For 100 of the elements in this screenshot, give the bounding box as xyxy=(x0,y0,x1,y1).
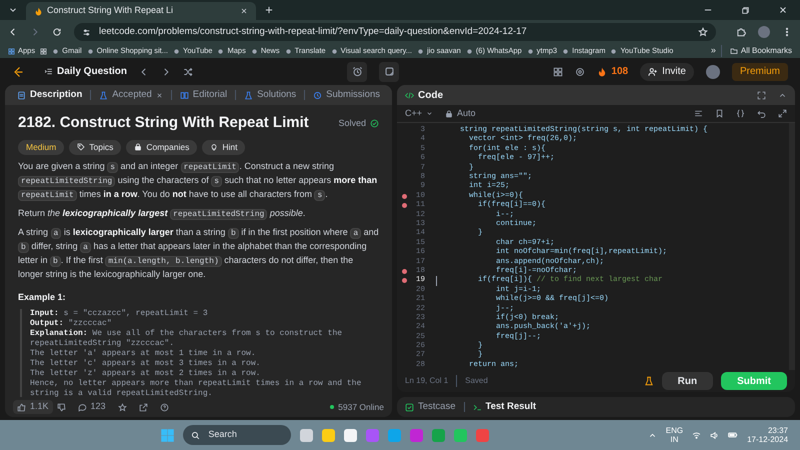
star-icon[interactable] xyxy=(698,27,708,37)
site-icon[interactable] xyxy=(330,48,338,54)
flask-icon xyxy=(244,90,254,100)
leetcode-logo-icon[interactable] xyxy=(12,66,24,78)
browser-tab[interactable]: Construct String With Repeat Li xyxy=(26,2,256,20)
site-icon[interactable] xyxy=(173,48,180,54)
clock-time[interactable]: 23:37 xyxy=(768,426,788,435)
example-heading: Example 1: xyxy=(18,290,67,304)
expand-icon[interactable] xyxy=(778,109,787,118)
tag-icon xyxy=(77,143,86,151)
format-icon[interactable] xyxy=(694,109,703,118)
site-icon[interactable] xyxy=(417,48,424,54)
cursor-position: Ln 19, Col 1 xyxy=(405,375,448,387)
avatar[interactable] xyxy=(706,64,720,78)
undo-icon[interactable] xyxy=(757,109,766,118)
apps-grid-icon[interactable] xyxy=(8,48,15,54)
tab[interactable]: Editorial xyxy=(176,88,232,102)
lightbulb-icon xyxy=(210,143,218,151)
new-tab-icon[interactable] xyxy=(264,5,274,15)
tab[interactable]: Testcase xyxy=(405,400,456,414)
grid-icon[interactable] xyxy=(40,48,48,54)
star-icon[interactable] xyxy=(118,402,127,412)
tag-button[interactable]: Companies xyxy=(126,140,198,154)
site-icon[interactable] xyxy=(562,48,570,54)
speech-bubble-icon xyxy=(78,402,87,412)
braces-icon[interactable] xyxy=(736,109,745,118)
all-bookmarks-link[interactable]: All Bookmarks xyxy=(740,45,792,57)
tab-title: Construct String With Repeat Li xyxy=(47,4,174,18)
book-icon xyxy=(180,90,189,100)
site-info-icon[interactable] xyxy=(82,28,91,36)
example-line: The letter 'c' appears at most 3 times in a row. xyxy=(30,359,262,369)
flame-icon xyxy=(597,66,608,76)
share-icon[interactable] xyxy=(138,402,148,412)
description-paragraph: A string a is lexicographically larger than a string b if in the first position where a and b differ, string a has a letter that appears later in the alphabet than the corresponding letter in b . If the first min(a.length, b.length) characters do not differ, then the longer string is the lexicographically larger one. xyxy=(18,226,379,280)
site-icon[interactable] xyxy=(250,48,258,54)
more-bookmarks-button[interactable]: » xyxy=(710,44,716,58)
language-indicator[interactable]: ENG xyxy=(666,426,684,435)
help-icon[interactable] xyxy=(160,402,169,412)
lock-icon xyxy=(445,110,454,118)
premium-button[interactable]: Premium xyxy=(732,62,788,80)
solved-status: Solved xyxy=(338,116,366,130)
search-field[interactable]: Search xyxy=(183,425,292,445)
grid-icon[interactable] xyxy=(553,66,564,76)
tab[interactable]: Description xyxy=(13,88,86,102)
wifi-icon[interactable] xyxy=(692,430,702,440)
battery-icon[interactable] xyxy=(728,430,738,440)
tab[interactable]: Test Result xyxy=(472,400,536,414)
fullscreen-icon[interactable] xyxy=(757,90,766,100)
site-icon[interactable] xyxy=(526,48,534,54)
example-line: Output: "zzcccac" xyxy=(30,319,113,329)
extensions-icon[interactable] xyxy=(736,27,746,37)
thumbs-down-icon[interactable] xyxy=(56,402,66,412)
close-icon[interactable] xyxy=(156,92,163,98)
tag-button[interactable]: Topics xyxy=(69,140,122,154)
code-icon xyxy=(405,90,414,100)
url-text: leetcode.com/problems/construct-string-with-repeat-limit/?envType=daily-question&envId=2024-12-17 xyxy=(99,24,528,39)
description-paragraph: You are given a string s and an integer repeatLimit . Construct a new string repeatLimitedString using the characters of s such that no letter appears more than repeatLimit times in a row. You do not have to use all characters from s . xyxy=(18,160,378,202)
address-bar[interactable]: leetcode.com/problems/construct-string-with-repeat-limit/?envType=daily-question&envId=2024-12-17 xyxy=(74,23,716,41)
site-icon[interactable] xyxy=(284,48,292,54)
close-icon[interactable] xyxy=(240,7,248,15)
run-button[interactable]: Run xyxy=(662,372,714,390)
tag-button[interactable]: Hint xyxy=(202,140,246,154)
auto-mode-button[interactable]: Auto xyxy=(445,106,476,120)
tab[interactable]: Submissions xyxy=(309,88,384,102)
tab[interactable]: Solutions xyxy=(240,88,300,102)
example-line: Hence, no letter appears more than repeatLimit times in a row and the string is a valid repeatLimitedString. xyxy=(30,379,362,397)
folder-icon[interactable] xyxy=(730,47,738,55)
region-indicator[interactable]: IN xyxy=(670,435,678,444)
notes-button[interactable] xyxy=(379,62,400,82)
language-dropdown[interactable]: C++ xyxy=(405,106,434,120)
restore-icon[interactable] xyxy=(741,6,750,14)
difficulty-badge: Medium xyxy=(18,140,64,154)
site-icon[interactable] xyxy=(86,48,94,54)
bookmark-icon[interactable] xyxy=(715,109,724,118)
example-line: The letter 'z' appears at most 2 times in a row. xyxy=(30,369,262,379)
shuffle-icon[interactable] xyxy=(183,66,194,76)
like-button[interactable]: 1.1K xyxy=(13,400,53,414)
debug-icon[interactable] xyxy=(644,376,654,386)
site-icon[interactable] xyxy=(466,48,473,54)
speaker-icon[interactable] xyxy=(710,430,720,440)
app-icon[interactable] xyxy=(344,428,358,442)
site-icon[interactable] xyxy=(217,48,224,54)
site-icon[interactable] xyxy=(52,48,60,54)
caret-icon xyxy=(426,110,434,117)
daily-question-button[interactable]: Daily Question xyxy=(44,64,128,79)
tab[interactable]: Accepted xyxy=(95,88,167,102)
timer-button[interactable] xyxy=(347,62,368,82)
windows-start-icon[interactable] xyxy=(161,428,174,442)
invite-button[interactable]: Invite xyxy=(640,62,694,80)
description-paragraph: Return the lexicographically largest repeatLimitedString possible. xyxy=(18,206,306,220)
clock-date[interactable]: 17-12-2024 xyxy=(747,435,788,444)
checkbox-icon xyxy=(405,402,414,412)
streak-count: 108 xyxy=(611,65,628,79)
app-icon[interactable] xyxy=(300,428,314,442)
reload-icon[interactable] xyxy=(52,27,62,37)
settings-icon[interactable] xyxy=(575,66,586,76)
site-icon[interactable] xyxy=(610,48,618,54)
comments-button[interactable]: 123 xyxy=(78,400,106,414)
close-icon[interactable] xyxy=(778,5,788,15)
add-person-icon xyxy=(648,66,658,76)
